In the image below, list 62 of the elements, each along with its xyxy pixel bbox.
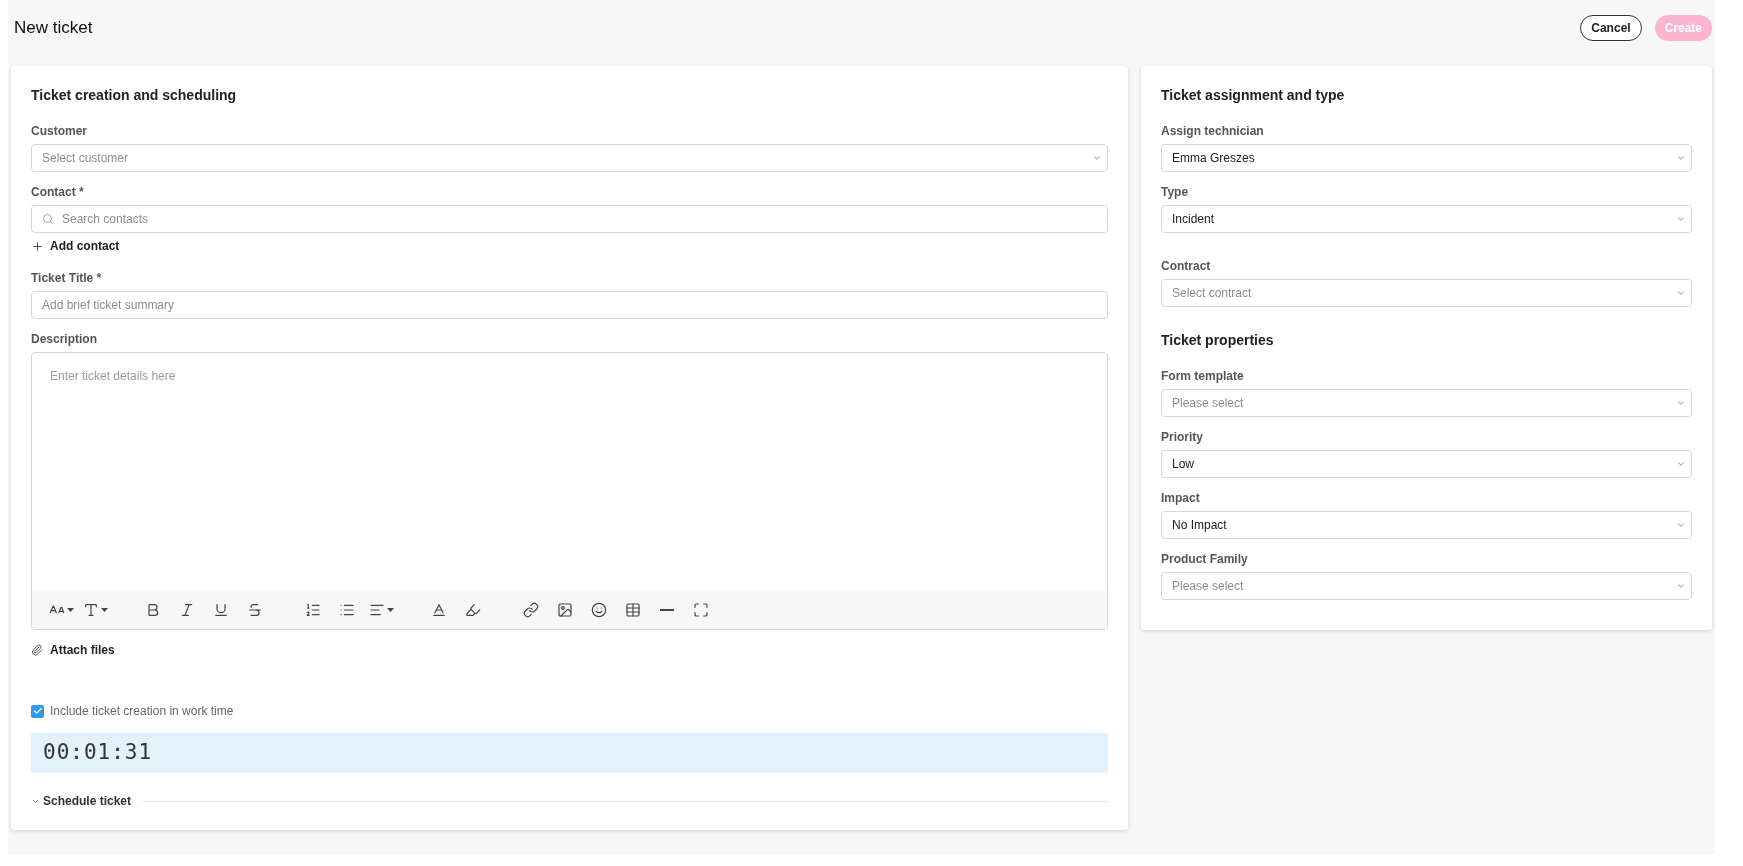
search-field[interactable]: Search contacts: [31, 205, 1108, 233]
caret-icon: [66, 608, 74, 612]
table-icon: [625, 602, 641, 618]
horizontal-line-icon: [660, 609, 674, 611]
chevron-down-icon: [1676, 459, 1686, 469]
plus-icon: [31, 239, 44, 253]
field-label: Product Family: [1161, 551, 1248, 567]
outline-button[interactable]: Cancel: [1580, 15, 1642, 41]
underline-icon: [213, 602, 229, 618]
dropdown-field[interactable]: Emma Greszes: [1161, 144, 1692, 172]
font-icon: [82, 602, 99, 618]
strikethrough-icon: [247, 602, 263, 618]
text-color-icon: [431, 602, 447, 618]
chevron-down-icon: [1676, 214, 1686, 224]
caret-icon: [386, 608, 394, 612]
page-title: New ticket: [13, 17, 93, 40]
field-label: Contract: [1161, 258, 1211, 274]
paperclip-icon: [31, 644, 43, 656]
chevron-down-icon: [1676, 581, 1686, 591]
field-label: Priority: [1161, 429, 1203, 445]
emoji-icon: [591, 602, 607, 618]
field-label: Impact: [1161, 490, 1200, 506]
checkbox-label: Include ticket creation in work time: [50, 703, 234, 720]
dropdown-field[interactable]: Incident: [1161, 205, 1692, 233]
field-label: Ticket Title *: [31, 270, 102, 286]
field-label: Type: [1161, 184, 1189, 200]
search-icon: [42, 213, 54, 225]
chevron-down-icon: [1676, 288, 1686, 298]
bold-icon: [145, 602, 161, 618]
field-label: Description: [31, 331, 97, 347]
schedule-ticket-toggle[interactable]: Schedule ticket: [31, 792, 132, 810]
link-icon: [523, 602, 539, 618]
checkbox[interactable]: [31, 704, 44, 718]
image-icon: [557, 602, 573, 618]
dropdown-field[interactable]: Select contract: [1161, 279, 1692, 307]
field-label: Assign technician: [1161, 123, 1264, 139]
field-label: Contact *: [31, 184, 84, 200]
bullet-list-icon: [339, 602, 355, 618]
chevron-down-icon: [1092, 153, 1102, 163]
field-label: Form template: [1161, 368, 1244, 384]
chevron-down-icon: [1676, 153, 1686, 163]
dropdown-field[interactable]: Select customer: [31, 144, 1108, 172]
section-title: Ticket assignment and type: [1161, 85, 1345, 105]
field-label: Customer: [31, 123, 87, 139]
add-contact-button[interactable]: Add contact: [31, 238, 120, 254]
editor-placeholder: Enter ticket details here: [50, 368, 176, 384]
caret-icon: [100, 608, 108, 612]
chevron-down-icon: [1676, 520, 1686, 530]
italic-icon: [179, 602, 195, 618]
section-title: Ticket properties: [1161, 330, 1274, 350]
align-icon: [368, 602, 385, 618]
highlighter-icon: [465, 602, 481, 618]
text-input[interactable]: Add brief ticket summary: [31, 291, 1108, 319]
dropdown-field[interactable]: Low: [1161, 450, 1692, 478]
chevron-down-icon: [1676, 398, 1686, 408]
timer-display: 00:01:31: [31, 733, 1108, 773]
attach-files-button[interactable]: Attach files: [31, 642, 115, 658]
dropdown-field[interactable]: No Impact: [1161, 511, 1692, 539]
check-icon: [32, 706, 43, 716]
card-title: Ticket creation and scheduling: [31, 85, 237, 105]
fullscreen-icon: [693, 602, 709, 618]
numbered-list-icon: [305, 602, 321, 618]
